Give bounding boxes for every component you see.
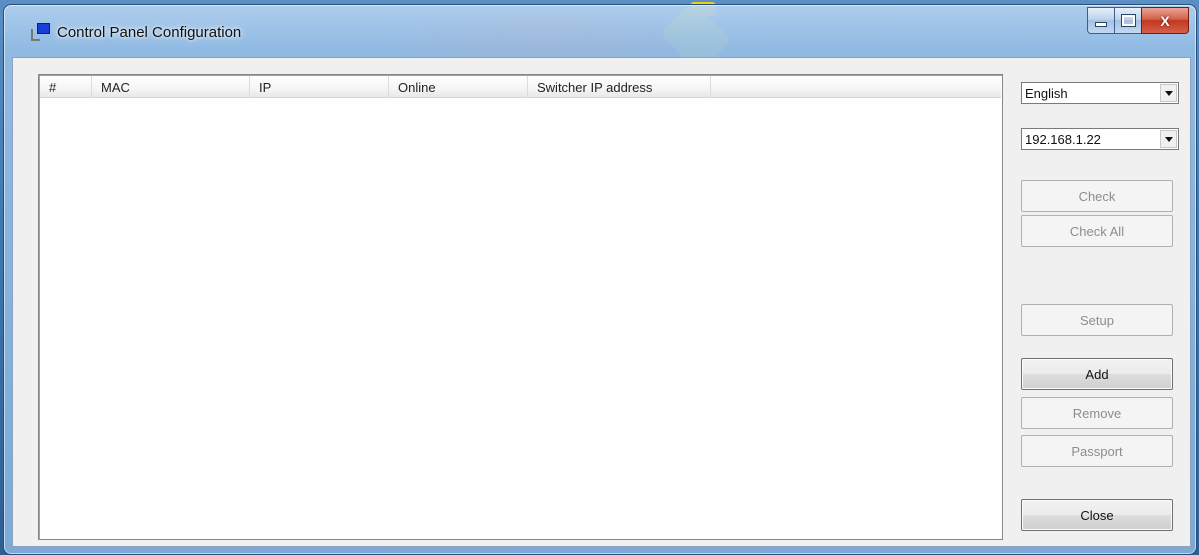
remove-button[interactable]: Remove [1021,397,1173,429]
window-title: Control Panel Configuration [57,24,242,41]
ip-select-dropdown-button[interactable] [1160,130,1177,148]
device-list[interactable]: # MAC IP Online Switcher IP address [38,74,1003,540]
column-header-switcher-ip[interactable]: Switcher IP address [528,76,711,97]
passport-button[interactable]: Passport [1021,435,1173,467]
ip-select[interactable]: 192.168.1.22 [1021,128,1179,150]
title-bar[interactable]: Control Panel Configuration X [4,5,1196,57]
check-all-button[interactable]: Check All [1021,215,1173,247]
minimize-icon [1095,22,1107,27]
add-button[interactable]: Add [1021,358,1173,390]
caption-buttons: X [1087,7,1189,34]
close-button[interactable]: Close [1021,499,1173,531]
maximize-button[interactable] [1114,7,1141,34]
language-select[interactable]: English [1021,82,1179,104]
maximize-icon [1120,14,1136,27]
minimize-button[interactable] [1087,7,1114,34]
ip-select-value: 192.168.1.22 [1025,132,1101,147]
close-icon: X [1160,12,1170,29]
setup-button[interactable]: Setup [1021,304,1173,336]
list-header: # MAC IP Online Switcher IP address [40,76,1001,98]
column-header-mac[interactable]: MAC [92,76,250,97]
language-select-value: English [1025,86,1068,101]
column-header-online[interactable]: Online [389,76,528,97]
check-button[interactable]: Check [1021,180,1173,212]
column-header-ip[interactable]: IP [250,76,389,97]
column-header-filler [711,76,1001,97]
chevron-down-icon [1164,136,1173,142]
dialog-window: Control Panel Configuration X # MAC IP O… [3,4,1197,555]
column-header-number[interactable]: # [40,76,92,97]
app-icon [31,23,50,41]
language-select-dropdown-button[interactable] [1160,84,1177,102]
chevron-down-icon [1164,90,1173,96]
close-window-button[interactable]: X [1141,7,1189,34]
dialog-client-area: # MAC IP Online Switcher IP address Engl… [12,57,1191,547]
